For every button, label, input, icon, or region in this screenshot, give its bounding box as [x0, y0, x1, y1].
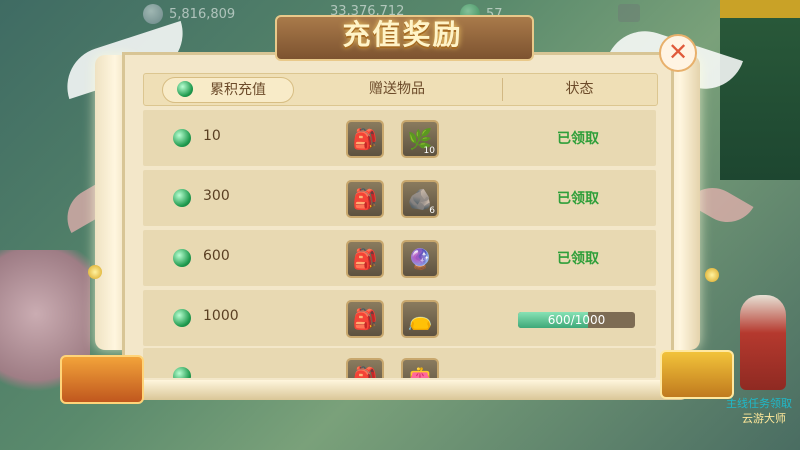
jade-icon	[173, 249, 191, 267]
table-row: 600 🎒 🔮 已领取	[143, 230, 656, 286]
recharge-amount: 600	[203, 248, 230, 264]
treasure-chest-right	[660, 350, 734, 399]
treasure-bag-icon[interactable]: 🎒	[346, 120, 384, 158]
close-button[interactable]: ✕	[659, 34, 697, 72]
silver-resource: 5,816,809	[143, 4, 235, 24]
recharge-progress-bar: 600/1000	[518, 312, 635, 328]
jade-icon	[173, 309, 191, 327]
dark-ore-icon[interactable]: 🪨 6	[401, 180, 439, 218]
coin-decoration	[705, 268, 719, 282]
red-pouch-icon[interactable]: 👛	[401, 358, 439, 378]
inventory-resource	[618, 4, 640, 22]
table-header: 累积充值 赠送物品 状态	[143, 73, 658, 106]
table-row: 300 🎒 🪨 6 已领取	[143, 170, 656, 226]
npc-quest-label[interactable]: 主线任务领取	[726, 395, 792, 411]
treasure-bag-icon[interactable]: 🎒	[346, 180, 384, 218]
header-status: 状态	[565, 81, 594, 97]
recharge-amount: 300	[203, 188, 230, 204]
silver-amount: 5,816,809	[169, 6, 236, 22]
scroll-bottom-roller	[108, 380, 690, 400]
table-row: 10 🎒 🌿 10 已领取	[143, 110, 656, 166]
table-row: 🎒 👛	[143, 348, 656, 378]
jade-icon	[173, 189, 191, 207]
crystal-orb-icon[interactable]: 🔮	[401, 240, 439, 278]
header-cumulative-recharge: 累积充值	[162, 77, 294, 103]
status-claimed: 已领取	[557, 251, 599, 267]
herb-bottle-icon[interactable]: 🌿 10	[401, 120, 439, 158]
dialog-title: 充值奖励	[342, 18, 463, 51]
treasure-bag-icon[interactable]: 🎒	[346, 300, 384, 338]
silver-coin-icon	[143, 4, 163, 24]
status-claimed: 已领取	[557, 131, 599, 147]
npc-figure[interactable]	[740, 295, 786, 390]
treasure-bag-icon[interactable]: 🎒	[346, 358, 384, 378]
jade-icon	[173, 129, 191, 147]
recharge-amount: 1000	[203, 308, 239, 324]
status-claimed: 已领取	[557, 191, 599, 207]
recharge-amount: 10	[203, 128, 221, 144]
coin-decoration	[88, 265, 102, 279]
table-row: 1000 🎒 👝 600/1000	[143, 290, 656, 346]
header-gift-items: 赠送物品	[369, 81, 425, 97]
treasure-bag-icon[interactable]: 🎒	[346, 240, 384, 278]
gift-pouch-icon[interactable]: 👝	[401, 300, 439, 338]
treasure-chest-left	[60, 355, 144, 404]
jade-icon	[177, 81, 193, 97]
progress-text: 600/1000	[547, 313, 606, 327]
jade-icon	[173, 367, 191, 378]
npc-name-label: 云游大师	[742, 412, 786, 425]
chest-icon	[618, 4, 640, 22]
